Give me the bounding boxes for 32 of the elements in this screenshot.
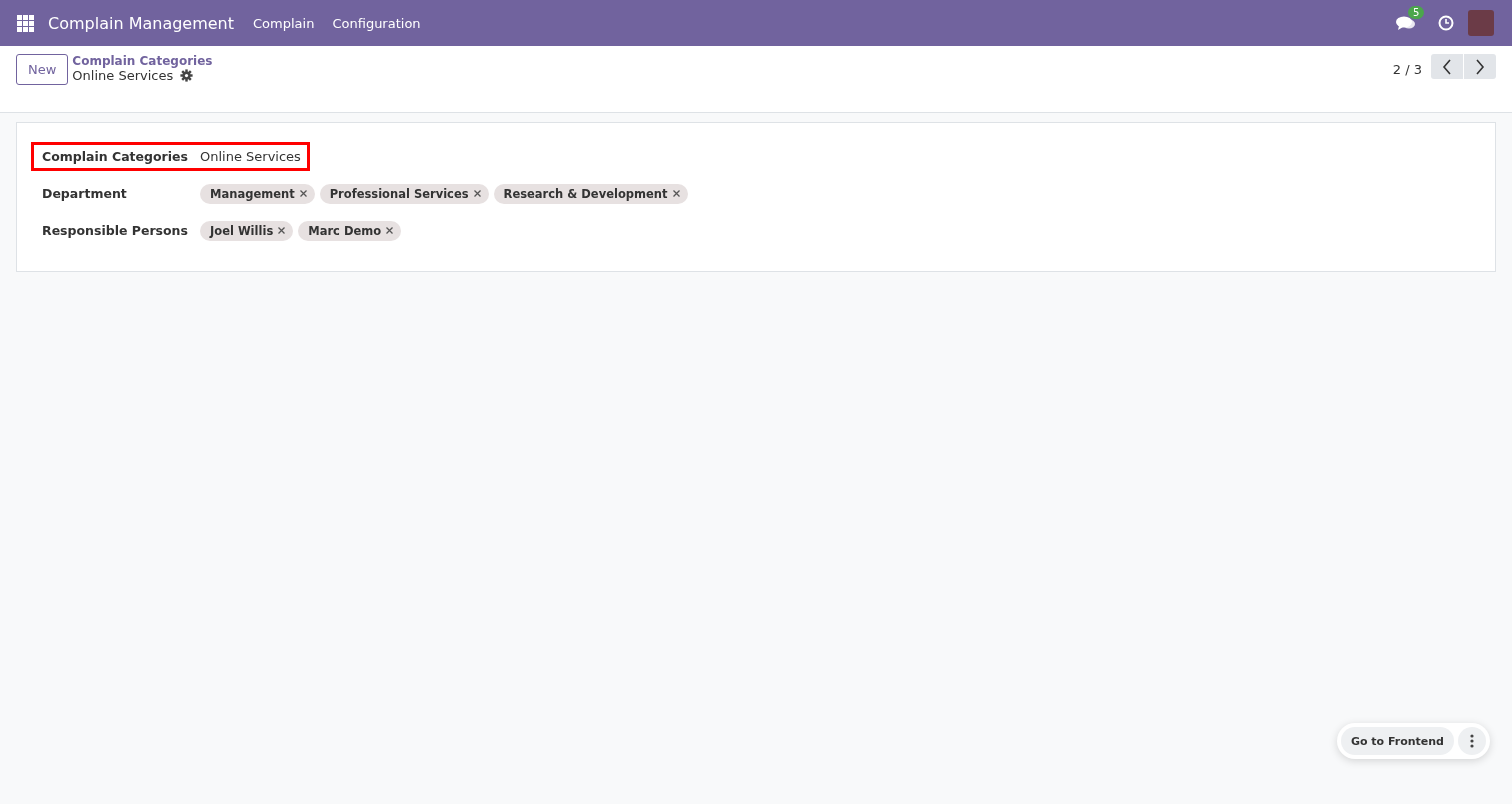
tag-label: Management — [210, 186, 295, 201]
apps-menu-icon[interactable] — [17, 14, 34, 32]
field-label: Department — [42, 186, 128, 201]
record-title: Online Services — [72, 68, 174, 83]
next-button[interactable] — [1464, 54, 1496, 79]
field-label: Responsible Persons — [42, 223, 189, 238]
message-count-badge: 5 — [1408, 6, 1425, 19]
field-value: Online Services — [200, 149, 301, 164]
app-title[interactable]: Complain Management — [48, 13, 235, 33]
remove-icon[interactable] — [473, 190, 481, 197]
remove-icon[interactable] — [386, 227, 394, 234]
chat-icon[interactable] — [1396, 15, 1416, 31]
clock-icon[interactable] — [1438, 15, 1454, 31]
menu-item[interactable]: Complain — [253, 15, 315, 31]
field-label: Complain Categories — [42, 149, 189, 164]
previous-button[interactable] — [1431, 54, 1463, 79]
go-to-frontend-button[interactable]: Go to Frontend — [1340, 727, 1454, 755]
remove-icon[interactable] — [672, 190, 680, 197]
tag-label: Professional Services — [329, 186, 469, 201]
tag-label: Research & Development — [503, 186, 668, 201]
remove-icon[interactable] — [299, 190, 307, 197]
remove-icon[interactable] — [278, 227, 286, 234]
chevron-left-icon — [1442, 58, 1452, 75]
new-button[interactable]: New — [16, 54, 69, 85]
tag-label: Joel Willis — [210, 223, 274, 238]
breadcrumb-link[interactable]: Complain Categories — [72, 54, 213, 68]
chevron-right-icon — [1475, 58, 1485, 75]
pager-value: 2 / 3 — [1392, 62, 1422, 77]
vertical-dots-icon — [1470, 734, 1474, 748]
gear-icon[interactable] — [180, 69, 194, 82]
menu-item[interactable]: Configuration — [332, 15, 421, 31]
tag-label: Marc Demo — [308, 223, 382, 238]
